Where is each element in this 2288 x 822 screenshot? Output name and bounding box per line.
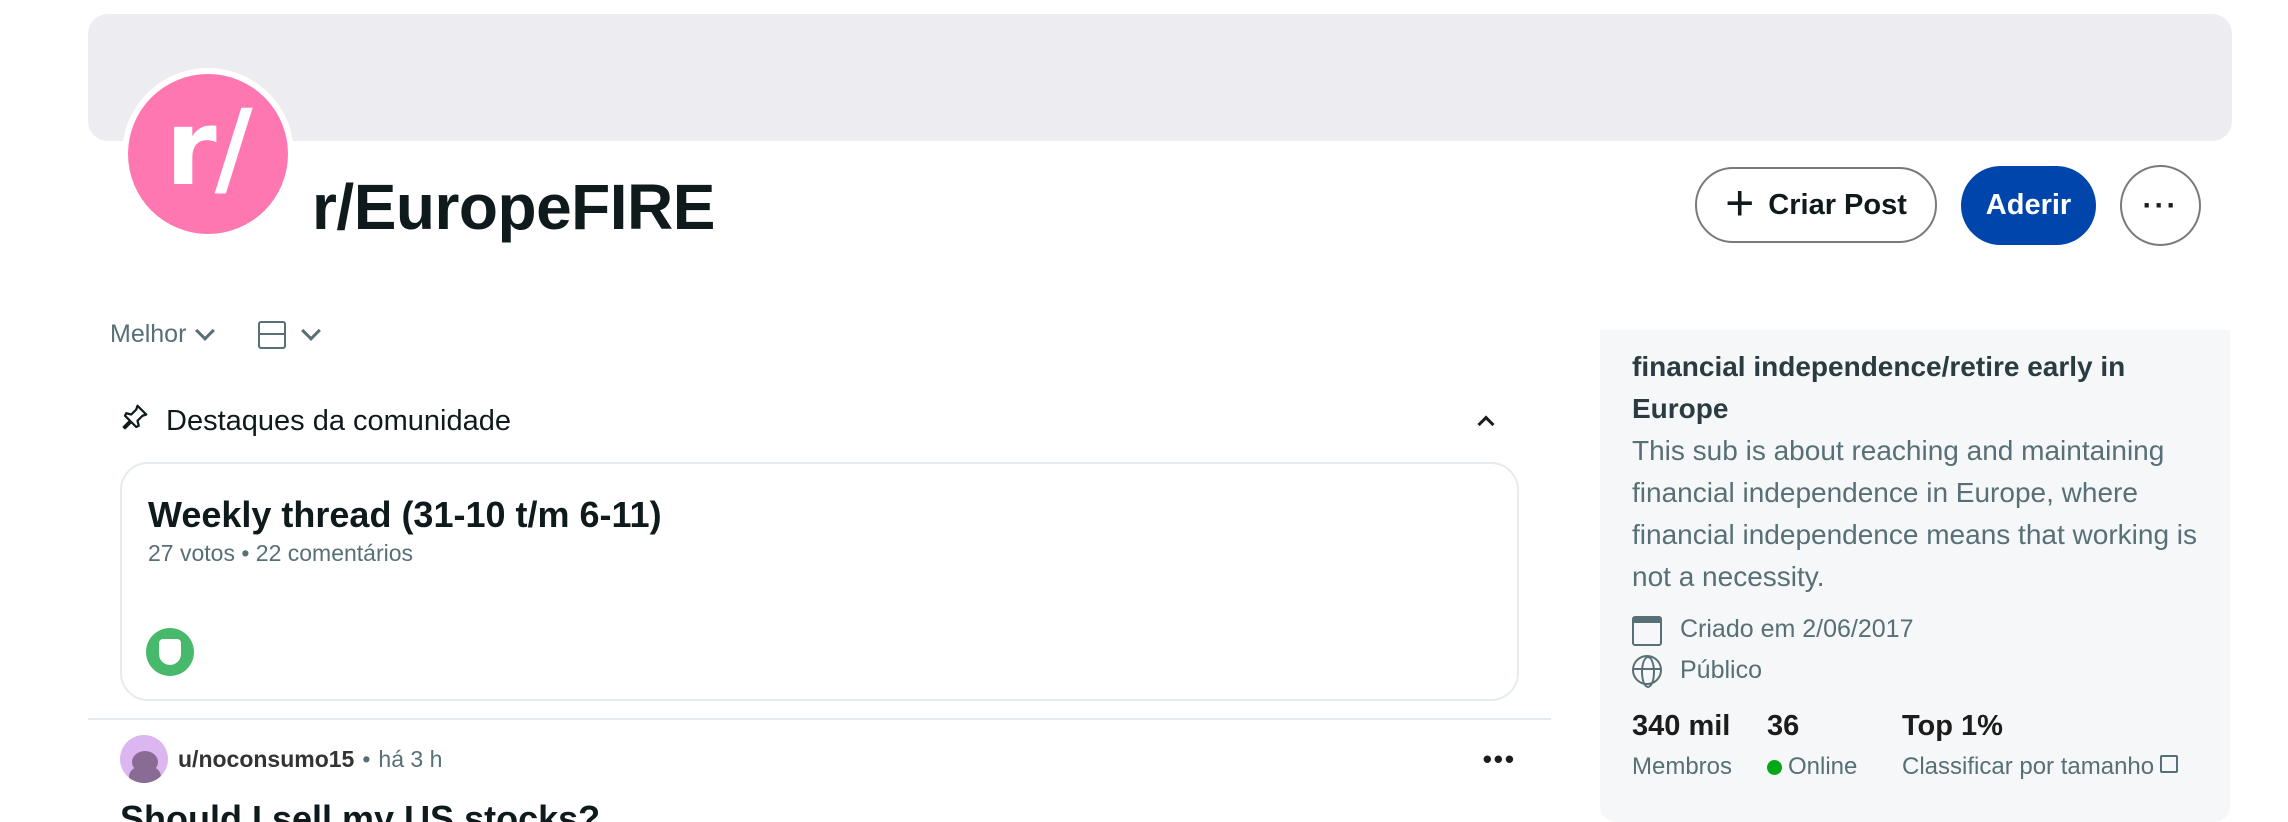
online-dot-icon <box>1767 759 1782 775</box>
feed-divider <box>88 718 1551 720</box>
highlight-meta: 27 votos • 22 comentários <box>148 540 414 566</box>
post-more-icon[interactable]: ••• <box>1483 744 1516 775</box>
create-post-label: Criar Post <box>1768 188 1907 221</box>
avatar-text: r/ <box>165 87 252 209</box>
highlight-title: Weekly thread (31-10 t/m 6-11) <box>148 494 662 535</box>
rank-label: Classificar por tamanho <box>1902 753 2155 780</box>
chevron-down-icon <box>195 320 216 341</box>
members-stat: 340 mil Membros <box>1632 710 1732 781</box>
post-time: há 3 h <box>378 745 443 772</box>
created-row: Criado em 2/06/2017 <box>1632 612 1913 646</box>
community-avatar: r/ <box>128 74 288 234</box>
pin-icon <box>120 402 150 440</box>
create-post-button[interactable]: + Criar Post <box>1695 167 1937 243</box>
rank-stat[interactable]: Top 1% Classificar por tamanho <box>1902 710 2179 781</box>
chevron-up-icon[interactable] <box>1477 415 1495 433</box>
highlight-card[interactable]: Weekly thread (31-10 t/m 6-11) 27 votos … <box>120 462 1519 701</box>
plus-icon: + <box>1725 175 1755 231</box>
subreddit-title: r/EuropeFIRE <box>312 171 715 243</box>
layout-card-icon <box>258 320 287 349</box>
sidebar-description: This sub is about reaching and maintaini… <box>1632 435 2198 592</box>
feed-controls: Melhor <box>110 320 322 349</box>
more-horizontal-icon: ··· <box>2142 188 2179 222</box>
created-text: Criado em 2/06/2017 <box>1680 614 1914 643</box>
community-banner <box>88 14 2232 141</box>
online-stat: 36 Online <box>1767 710 1857 781</box>
view-dropdown[interactable] <box>258 320 322 349</box>
sort-dropdown[interactable]: Melhor <box>110 320 216 349</box>
user-avatar[interactable] <box>120 735 168 783</box>
more-options-button[interactable]: ··· <box>2120 165 2201 246</box>
external-link-icon <box>2160 755 2179 773</box>
cake-icon <box>1632 616 1662 646</box>
online-label-row: Online <box>1767 753 1857 781</box>
post-header: u/noconsumo15 • há 3 h ••• <box>120 735 1520 783</box>
chevron-down-icon <box>301 320 322 341</box>
post-separator: • <box>362 745 371 772</box>
community-highlights-header: Destaques da comunidade <box>120 402 1500 440</box>
rank-label-row[interactable]: Classificar por tamanho <box>1902 753 2179 781</box>
visibility-text: Público <box>1680 655 1762 684</box>
mod-shield-icon <box>146 628 194 676</box>
post-title[interactable]: Should I sell my US stocks? <box>120 798 600 822</box>
highlights-heading: Destaques da comunidade <box>166 404 512 437</box>
globe-icon <box>1632 655 1662 688</box>
visibility-row: Público <box>1632 655 1762 688</box>
online-value: 36 <box>1767 710 1800 742</box>
online-label: Online <box>1788 753 1858 780</box>
members-label: Membros <box>1632 753 1733 780</box>
shield-shape <box>159 639 181 665</box>
post-author[interactable]: u/noconsumo15 <box>178 746 354 773</box>
sidebar-title: financial independence/retire early in E… <box>1632 351 2126 424</box>
rank-value: Top 1% <box>1902 710 2003 742</box>
sort-label: Melhor <box>110 320 187 348</box>
members-value: 340 mil <box>1632 710 1731 742</box>
join-button[interactable]: Aderir <box>1961 166 2096 245</box>
